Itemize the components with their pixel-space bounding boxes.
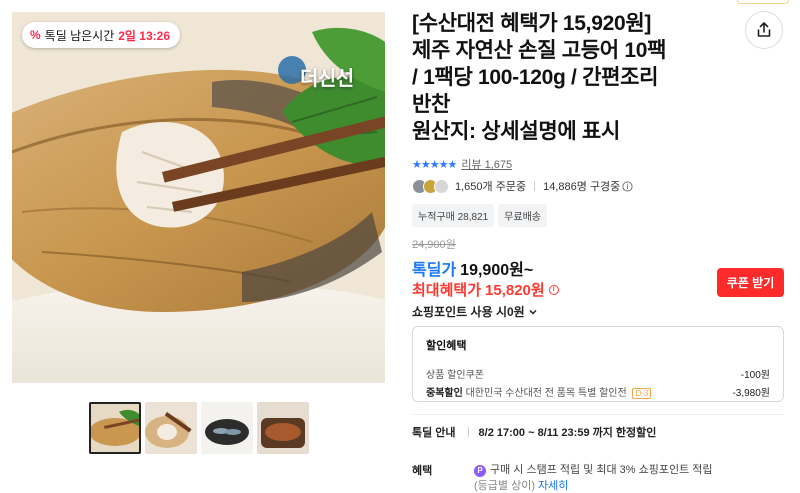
share-button[interactable] bbox=[745, 11, 783, 49]
cumulative-purchase-chip: 누적구매 28,821 bbox=[412, 204, 495, 227]
deal-timer-value: 2일 13:26 bbox=[118, 28, 170, 43]
discount-detail: 대한민국 수산대전 전 품목 특별 할인전 bbox=[465, 387, 627, 399]
discount-amount: -3,980원 bbox=[732, 387, 770, 399]
title-line-5: 원산지: 상세설명에 표시 bbox=[412, 120, 620, 143]
point-use-label: 쇼핑포인트 사용 시0원 bbox=[412, 305, 525, 319]
buyer-avatars bbox=[412, 178, 449, 194]
original-price: 24,900원 bbox=[412, 239, 456, 251]
divider bbox=[467, 427, 469, 437]
benefit-note: (등급별 상이) bbox=[474, 480, 535, 492]
title-line-4: 반찬 bbox=[412, 93, 451, 116]
thumbnail-strip bbox=[89, 402, 309, 454]
divider bbox=[534, 181, 536, 191]
discount-heading: 할인혜택 bbox=[426, 340, 467, 352]
thumbnail-4[interactable] bbox=[257, 402, 309, 454]
title-line-2: 제주 자연산 손질 고등어 10팩 bbox=[412, 39, 667, 62]
product-title: [수산대전 혜택가 15,920원] 제주 자연산 손질 고등어 10팩 / 1… bbox=[412, 10, 722, 145]
brand-watermark: 더신선 bbox=[300, 68, 354, 90]
info-icon[interactable] bbox=[622, 180, 633, 192]
discount-label: 중복할인 bbox=[426, 387, 463, 399]
viewers-count: 14,886명 구경중 bbox=[543, 181, 621, 193]
deal-schedule: 8/2 17:00 ~ 8/11 23:59 까지 한정할인 bbox=[478, 427, 657, 439]
thumbnail-2[interactable] bbox=[145, 402, 197, 454]
info-icon[interactable]: i bbox=[548, 284, 559, 295]
title-line-1: [수산대전 혜택가 15,920원] bbox=[412, 12, 652, 35]
deal-price-label: 톡딜가 bbox=[412, 262, 457, 279]
deal-info-row: 톡딜 안내 8/2 17:00 ~ 8/11 23:59 까지 한정할인 bbox=[412, 424, 656, 440]
chip-row: 누적구매 28,821 무료배송 bbox=[412, 204, 547, 227]
product-main-image[interactable]: % 톡딜 남은시간 2일 13:26 더신선 bbox=[12, 12, 385, 383]
section-divider bbox=[412, 414, 784, 415]
deal-info-label: 톡딜 안내 bbox=[412, 427, 456, 439]
star-rating: ★★★★★ bbox=[412, 158, 457, 171]
thumbnail-3[interactable] bbox=[201, 402, 253, 454]
max-benefit-label: 최대혜택가 bbox=[412, 282, 482, 299]
point-icon: P bbox=[474, 465, 486, 477]
benefit-label: 혜택 bbox=[412, 465, 433, 477]
max-benefit-price: 최대혜택가 15,820원 i bbox=[412, 279, 559, 300]
thumbnail-4-image bbox=[257, 402, 309, 454]
rating-row: ★★★★★ 리뷰 1,675 bbox=[412, 156, 512, 172]
discount-label: 상품 할인쿠폰 bbox=[426, 369, 484, 381]
discount-row: 중복할인 대한민국 수산대전 전 품목 특별 할인전 D-3 -3,980원 bbox=[426, 382, 770, 400]
discount-benefit-box: 할인혜택 상품 할인쿠폰 -100원 중복할인 대한민국 수산대전 전 품목 특… bbox=[412, 326, 784, 402]
percent-icon: % bbox=[30, 28, 41, 42]
thumbnail-2-image bbox=[145, 402, 197, 454]
benefit-description: 구매 시 스탬프 적립 및 최대 3% 쇼핑포인트 적립 bbox=[490, 464, 713, 476]
thumbnail-1-image bbox=[89, 402, 141, 454]
stats-row: 1,650개 주문중 14,886명 구경중 bbox=[412, 178, 633, 194]
review-count-link[interactable]: 리뷰 1,675 bbox=[461, 156, 512, 172]
max-benefit-value: 15,820원 bbox=[485, 282, 545, 299]
benefit-text: P 구매 시 스탬프 적립 및 최대 3% 쇼핑포인트 적립 (등급별 상이) 자… bbox=[474, 462, 764, 493]
share-icon bbox=[757, 22, 771, 37]
point-use-toggle[interactable]: 쇼핑포인트 사용 시0원 bbox=[412, 303, 538, 320]
benefit-row: 혜택 P 구매 시 스탬프 적립 및 최대 3% 쇼핑포인트 적립 (등급별 상이… bbox=[412, 462, 764, 493]
d-day-badge: D-3 bbox=[632, 387, 652, 399]
title-line-3: / 1팩당 100-120g / 간편조리 bbox=[412, 66, 659, 89]
thumbnail-1[interactable] bbox=[89, 402, 141, 454]
avatar bbox=[434, 178, 449, 194]
deal-price-value: 19,900원~ bbox=[460, 262, 534, 279]
benefit-more-link[interactable]: 자세히 bbox=[538, 480, 568, 492]
deal-timer-badge: % 톡딜 남은시간 2일 13:26 bbox=[22, 22, 180, 48]
tooltip-edge bbox=[737, 0, 789, 4]
discount-row: 상품 할인쿠폰 -100원 bbox=[426, 364, 770, 382]
deal-price: 톡딜가 19,900원~ bbox=[412, 256, 533, 280]
deal-timer-label: 톡딜 남은시간 bbox=[44, 28, 115, 43]
free-shipping-chip: 무료배송 bbox=[498, 204, 547, 227]
discount-amount: -100원 bbox=[740, 369, 770, 381]
get-coupon-button[interactable]: 쿠폰 받기 bbox=[717, 268, 784, 297]
chevron-down-icon bbox=[529, 309, 537, 315]
orders-count: 1,650개 주문중 bbox=[455, 181, 527, 193]
product-info-panel: [수산대전 혜택가 15,920원] 제주 자연산 손질 고등어 10팩 / 1… bbox=[412, 0, 800, 493]
thumbnail-3-image bbox=[201, 402, 253, 454]
